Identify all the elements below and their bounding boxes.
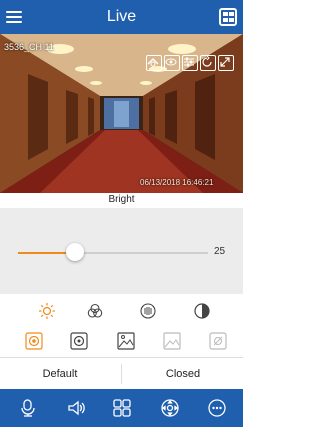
- channel-label: 3536_CH 11: [4, 42, 54, 52]
- action-bar: Default Closed: [0, 357, 243, 390]
- mode-landscape-icon[interactable]: [163, 332, 181, 350]
- more-icon[interactable]: [207, 398, 227, 418]
- page-title: Live: [106, 8, 137, 25]
- video-timestamp: 06/13/2018 16:46:21: [140, 178, 214, 187]
- brightness-slider-knob[interactable]: [66, 243, 84, 261]
- mode-scene-icon[interactable]: [117, 332, 135, 350]
- bottom-tab-bar: [0, 389, 243, 427]
- rotate-icon[interactable]: [200, 55, 216, 71]
- split-view-icon[interactable]: [112, 398, 132, 418]
- mode-settings-icon[interactable]: [209, 332, 227, 350]
- slider-panel: 25: [0, 208, 243, 294]
- mode-icon-row: [0, 327, 243, 355]
- fullscreen-icon[interactable]: [218, 55, 234, 71]
- mode-auto-icon[interactable]: [25, 332, 43, 350]
- eye-icon[interactable]: [164, 55, 180, 71]
- brightness-slider-track[interactable]: [18, 252, 208, 254]
- closed-button[interactable]: Closed: [123, 358, 243, 390]
- audio-icon[interactable]: [66, 398, 86, 418]
- slider-value: 25: [214, 246, 226, 257]
- ptz-icon[interactable]: [160, 398, 180, 418]
- default-button[interactable]: Default: [0, 358, 120, 390]
- hue-icon[interactable]: [193, 302, 211, 320]
- parameter-label: Bright: [108, 194, 135, 205]
- divider: [121, 364, 122, 384]
- brightness-icon[interactable]: [38, 302, 56, 320]
- snapshot-icon[interactable]: [146, 55, 162, 71]
- parameter-icon-row: [0, 297, 243, 325]
- saturation-icon[interactable]: [139, 302, 157, 320]
- sliders-icon[interactable]: [182, 55, 198, 71]
- talk-icon[interactable]: [18, 398, 38, 418]
- contrast-rgb-icon[interactable]: [86, 302, 104, 320]
- layout-grid-icon[interactable]: [219, 8, 237, 26]
- live-video-view[interactable]: 3536_CH 11 06/13/2018 16:46:21: [0, 34, 243, 193]
- mode-color-icon[interactable]: [70, 332, 88, 350]
